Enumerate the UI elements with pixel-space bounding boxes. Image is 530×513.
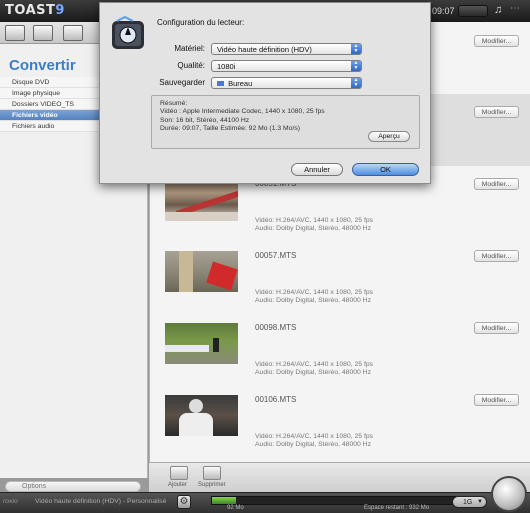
qualite-select[interactable]: 1080i ▲ ▼ — [211, 60, 362, 72]
folder-icon — [217, 81, 224, 86]
disc-usage-fill — [212, 497, 237, 504]
file-audio-info: Audio: Dolby Digital, Stéréo, 48000 Hz — [255, 297, 371, 304]
thumbnail — [165, 395, 238, 436]
gear-icon[interactable]: ⚙ — [177, 495, 191, 509]
clock: 09:07 — [432, 6, 455, 16]
file-audio-info: Audio: Dolby Digital, Stéréo, 48000 Hz — [255, 369, 371, 376]
remaining-space: Espace restant : 932 Mo — [364, 505, 430, 511]
cancel-button[interactable]: Annuler — [291, 163, 343, 176]
dialog-title: Configuration du lecteur: — [157, 18, 245, 27]
sauvegarder-value: Bureau — [228, 79, 253, 88]
file-name: 00106.MTS — [255, 395, 297, 404]
materiel-select[interactable]: Vidéo haute définition (HDV) ▲ ▼ — [211, 43, 362, 55]
ok-button[interactable]: OK — [352, 163, 419, 176]
file-audio-info: Audio: Dolby Digital, Stéréo, 48000 Hz — [255, 441, 371, 448]
materiel-label: Matériel: — [174, 44, 205, 53]
add-icon[interactable] — [170, 466, 188, 480]
chevron-updown-icon: ▲ ▼ — [351, 44, 361, 54]
thumbnail — [165, 323, 238, 364]
summary-son: Son: 16 bit, Stéréo, 44100 Hz — [160, 116, 250, 124]
capacity-select[interactable]: 1G ▼ — [452, 496, 487, 508]
file-name: 00057.MTS — [255, 251, 297, 260]
burn-button[interactable] — [491, 476, 527, 512]
qualite-label: Qualité: — [177, 61, 205, 70]
options-button[interactable]: Options — [5, 481, 141, 492]
player-config-dialog: Configuration du lecteur: Matériel: Vidé… — [99, 2, 431, 184]
chevron-updown-icon: ▲ ▼ — [351, 78, 361, 88]
chevron-down-icon: ▼ — [477, 499, 483, 505]
add-label[interactable]: Ajouter — [168, 482, 187, 488]
film-icon[interactable] — [63, 25, 83, 41]
roxio-logo: roxio — [3, 498, 18, 505]
sauvegarder-select[interactable]: Bureau ▲ ▼ — [211, 77, 362, 89]
modify-button[interactable]: Modifier... — [474, 106, 519, 118]
used-space: 92 Mo — [227, 505, 244, 511]
remove-label[interactable]: Supprimer — [198, 482, 226, 488]
file-name: 00098.MTS — [255, 323, 297, 332]
modify-button[interactable]: Modifier... — [474, 35, 519, 47]
qualite-value: 1080i — [217, 62, 236, 71]
apercu-button[interactable]: Aperçu — [368, 131, 410, 142]
format-status: Vidéo haute définition (HDV) - Personnal… — [35, 498, 167, 505]
modify-button[interactable]: Modifier... — [474, 394, 519, 406]
chevron-updown-icon: ▲ ▼ — [351, 61, 361, 71]
top-volume-track — [458, 5, 488, 17]
copy-icon[interactable] — [5, 25, 25, 41]
remove-icon[interactable] — [203, 466, 221, 480]
sauvegarder-label: Sauvegarder — [159, 78, 205, 87]
data-icon[interactable] — [33, 25, 53, 41]
music-icon[interactable]: ♫ — [494, 4, 502, 16]
disc-usage-meter — [211, 496, 456, 505]
summary-heading: Résumé: — [160, 100, 188, 107]
thumbnail — [165, 180, 238, 221]
page-title: Convertir — [9, 57, 76, 74]
app-logo: TOAST9 — [5, 3, 65, 18]
dots-icon: ⋯ — [510, 3, 520, 14]
materiel-value: Vidéo haute définition (HDV) — [217, 45, 312, 54]
modify-button[interactable]: Modifier... — [474, 322, 519, 334]
modify-button[interactable]: Modifier... — [474, 250, 519, 262]
summary-video: Vidéo : Apple Intermediate Codec, 1440 x… — [160, 108, 325, 116]
file-audio-info: Audio: Dolby Digital, Stéréo, 48000 Hz — [255, 225, 371, 232]
capacity-value: 1G — [463, 499, 473, 506]
thumbnail — [165, 251, 238, 292]
modify-button[interactable]: Modifier... — [474, 178, 519, 190]
